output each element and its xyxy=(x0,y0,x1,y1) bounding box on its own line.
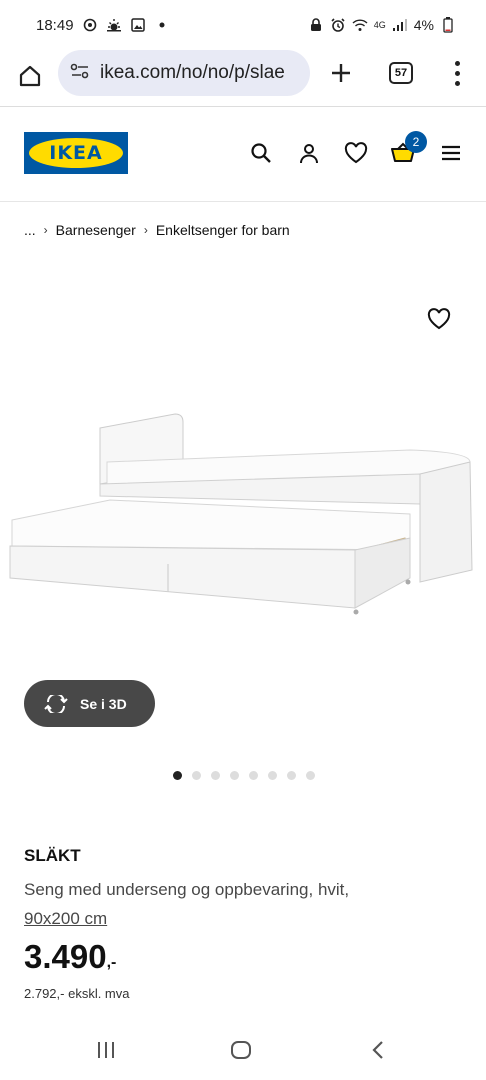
product-name[interactable]: SLÄKT xyxy=(24,846,81,866)
battery-icon xyxy=(440,17,456,33)
carousel-dot[interactable] xyxy=(249,771,258,780)
ikea-logo[interactable]: IKEA xyxy=(24,132,128,174)
breadcrumb-item-enkeltsenger[interactable]: Enkeltsenger for barn xyxy=(156,222,290,238)
carousel-dot[interactable] xyxy=(173,771,182,780)
view-in-3d-label: Se i 3D xyxy=(80,695,127,712)
chevron-right-icon: › xyxy=(43,223,48,237)
product-image[interactable] xyxy=(0,400,486,630)
divider xyxy=(0,201,486,202)
new-tab-button[interactable] xyxy=(326,58,356,88)
carousel-dot[interactable] xyxy=(230,771,239,780)
user-icon[interactable] xyxy=(297,141,321,165)
status-time: 18:49 xyxy=(36,16,74,34)
search-icon[interactable] xyxy=(249,141,273,165)
home-nav-icon[interactable] xyxy=(226,1038,256,1062)
home-icon xyxy=(19,65,41,87)
product-description-text: Seng med underseng og oppbevaring, hvit, xyxy=(24,880,350,899)
price-suffix: ,- xyxy=(106,954,117,971)
price-value: 3.490 xyxy=(24,938,107,975)
image-carousel-indicator xyxy=(173,771,315,780)
home-button[interactable] xyxy=(14,60,46,92)
carousel-dot[interactable] xyxy=(192,771,201,780)
add-to-favorites-button[interactable] xyxy=(426,306,452,332)
carousel-dot[interactable] xyxy=(306,771,315,780)
wifi-icon xyxy=(352,17,368,33)
breadcrumb-ellipsis[interactable]: ... xyxy=(24,222,36,238)
status-bar: 18:49 4G 4% xyxy=(0,0,486,50)
browser-menu-button[interactable] xyxy=(450,58,464,88)
cart-count-badge: 2 xyxy=(405,131,427,153)
image-icon xyxy=(130,17,146,33)
logo-text: IKEA xyxy=(49,142,103,164)
weather-icon xyxy=(106,17,122,33)
rotate-3d-icon xyxy=(44,694,68,713)
product-price: 3.490 ,- xyxy=(24,938,116,976)
lock-icon xyxy=(308,17,324,33)
url-text: ikea.com/no/no/p/slae xyxy=(100,62,285,83)
sync-icon xyxy=(82,17,98,33)
system-nav-bar xyxy=(0,1030,486,1070)
breadcrumb: ... › Barnesenger › Enkeltsenger for bar… xyxy=(24,222,290,238)
heart-icon[interactable] xyxy=(344,141,368,165)
browser-toolbar: ikea.com/no/no/p/slae 57 xyxy=(0,50,486,106)
product-size-link[interactable]: 90x200 cm xyxy=(24,909,107,928)
product-description: Seng med underseng og oppbevaring, hvit,… xyxy=(24,875,444,933)
site-header: IKEA 2 xyxy=(0,107,486,201)
breadcrumb-item-barnesenger[interactable]: Barnesenger xyxy=(56,222,136,238)
back-icon[interactable] xyxy=(363,1038,393,1062)
more-dot-icon xyxy=(454,70,460,76)
carousel-dot[interactable] xyxy=(211,771,220,780)
more-dot-icon xyxy=(454,60,460,66)
plus-icon xyxy=(332,64,350,82)
notification-dot-icon xyxy=(154,17,170,33)
network-label: 4G xyxy=(373,20,386,30)
recent-apps-icon[interactable] xyxy=(91,1038,121,1062)
carousel-dot[interactable] xyxy=(287,771,296,780)
heart-icon xyxy=(427,308,451,330)
alarm-icon xyxy=(330,17,346,33)
hamburger-menu-icon[interactable] xyxy=(439,141,463,165)
tab-switcher-button[interactable]: 57 xyxy=(389,62,413,84)
price-ex-vat: 2.792,- ekskl. mva xyxy=(24,986,130,1001)
site-settings-icon[interactable] xyxy=(70,62,90,85)
address-bar[interactable]: ikea.com/no/no/p/slae xyxy=(58,50,310,96)
battery-percent: 4% xyxy=(413,17,434,33)
more-dot-icon xyxy=(454,80,460,86)
signal-icon xyxy=(392,17,408,33)
carousel-dot[interactable] xyxy=(268,771,277,780)
chevron-right-icon: › xyxy=(143,223,148,237)
tab-count: 57 xyxy=(394,67,408,79)
view-in-3d-button[interactable]: Se i 3D xyxy=(24,680,155,727)
